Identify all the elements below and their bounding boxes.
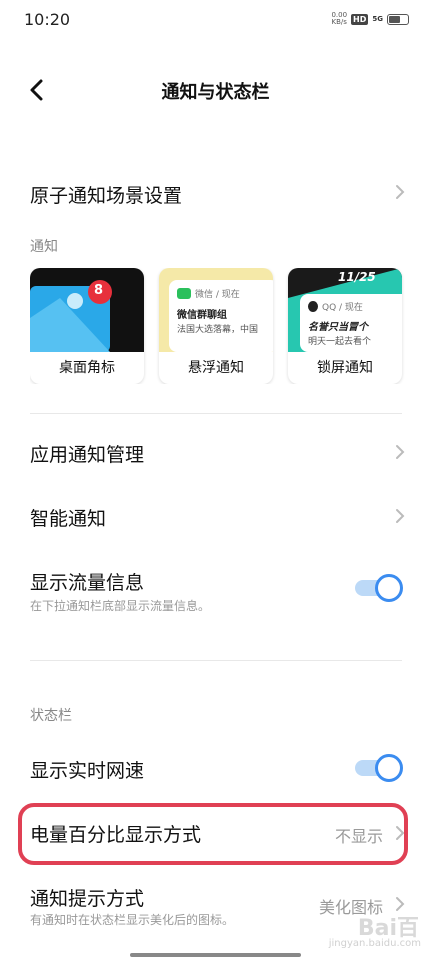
row-label: 通知提示方式 [30,888,145,910]
traffic-info-toggle[interactable] [355,574,403,602]
card-msg-title: 名誉只当冒个 [308,322,368,333]
card-msg-body: 明天一起去看个 [308,337,372,347]
row-label: 显示流量信息 [30,572,145,594]
card-label: 桌面角标 [59,360,115,376]
signal-icon: 5G [372,14,383,23]
card-floating-notification[interactable]: 微信 / 现在 微信群聊组 法国大选落幕，中国 悬浮通知 [159,268,273,384]
row-label: 原子通知场景设置 [30,185,183,207]
speed-unit: KB/s [331,18,347,26]
home-indicator[interactable] [130,953,301,957]
row-label: 应用通知管理 [30,444,145,466]
section-notify: 通知 [30,239,58,255]
notification-style-cards: 8 桌面角标 微信 / 现在 微信群聊组 法国大选落幕，中国 悬浮通知 11/2… [30,268,431,384]
card-label: 悬浮通知 [188,360,244,376]
chevron-right-icon [395,825,405,841]
row-subtitle: 有通知时在状态栏显示美化后的图标。 [30,913,235,927]
card-app-name: 微信 / 现在 [195,290,240,300]
chevron-right-icon [395,444,405,460]
lockscreen-preview: 11/25 QQ / 现在 名誉只当冒个 明天一起去看个 [288,268,402,352]
card-desktop-badge[interactable]: 8 桌面角标 [30,268,144,384]
status-bar: 10:20 0.00 KB/s HD 5G [0,0,431,40]
realtime-speed-toggle[interactable] [355,754,403,782]
row-battery-percent-display[interactable]: 电量百分比显示方式 不显示 [0,810,431,856]
section-statusbar: 状态栏 [30,708,72,724]
row-app-notification-manage[interactable]: 应用通知管理 [0,430,431,476]
chevron-right-icon [395,508,405,524]
floating-notification-preview: 微信 / 现在 微信群聊组 法国大选落幕，中国 [159,268,273,352]
page-title: 通知与状态栏 [161,82,270,103]
row-smart-notification[interactable]: 智能通知 [0,494,431,540]
status-time: 10:20 [24,10,71,29]
card-msg-body: 法国大选落幕，中国 [177,325,259,335]
battery-icon [387,13,409,25]
card-lockscreen-notification[interactable]: 11/25 QQ / 现在 名誉只当冒个 明天一起去看个 锁屏通知 [288,268,402,384]
row-show-realtime-speed: 显示实时网速 [0,746,431,792]
row-show-traffic-info: 显示流量信息 在下拉通知栏底部显示流量信息。 [0,560,431,620]
divider [30,660,402,661]
divider [30,413,402,414]
card-label: 锁屏通知 [317,360,373,376]
chevron-right-icon [395,184,405,200]
status-icons: 0.00 KB/s HD 5G [331,12,409,26]
row-label: 智能通知 [30,508,107,530]
badge-count: 8 [94,283,104,298]
qq-icon [308,301,318,312]
card-app-name: QQ / 现在 [322,303,363,313]
wechat-icon [177,288,191,299]
row-subtitle: 在下拉通知栏底部显示流量信息。 [30,599,211,613]
network-speed-indicator: 0.00 KB/s [331,12,347,26]
hd-icon: HD [351,13,369,25]
watermark-url: jingyan.baidu.com [328,938,421,949]
header: 通知与状态栏 [0,68,431,112]
desktop-badge-preview: 8 [30,268,144,352]
card-date: 11/25 [338,270,376,284]
row-atomic-notification[interactable]: 原子通知场景设置 [0,170,431,216]
row-label: 电量百分比显示方式 [30,824,202,846]
row-label: 显示实时网速 [30,760,145,782]
row-value: 不显示 [334,827,383,846]
card-msg-title: 微信群聊组 [177,310,227,321]
